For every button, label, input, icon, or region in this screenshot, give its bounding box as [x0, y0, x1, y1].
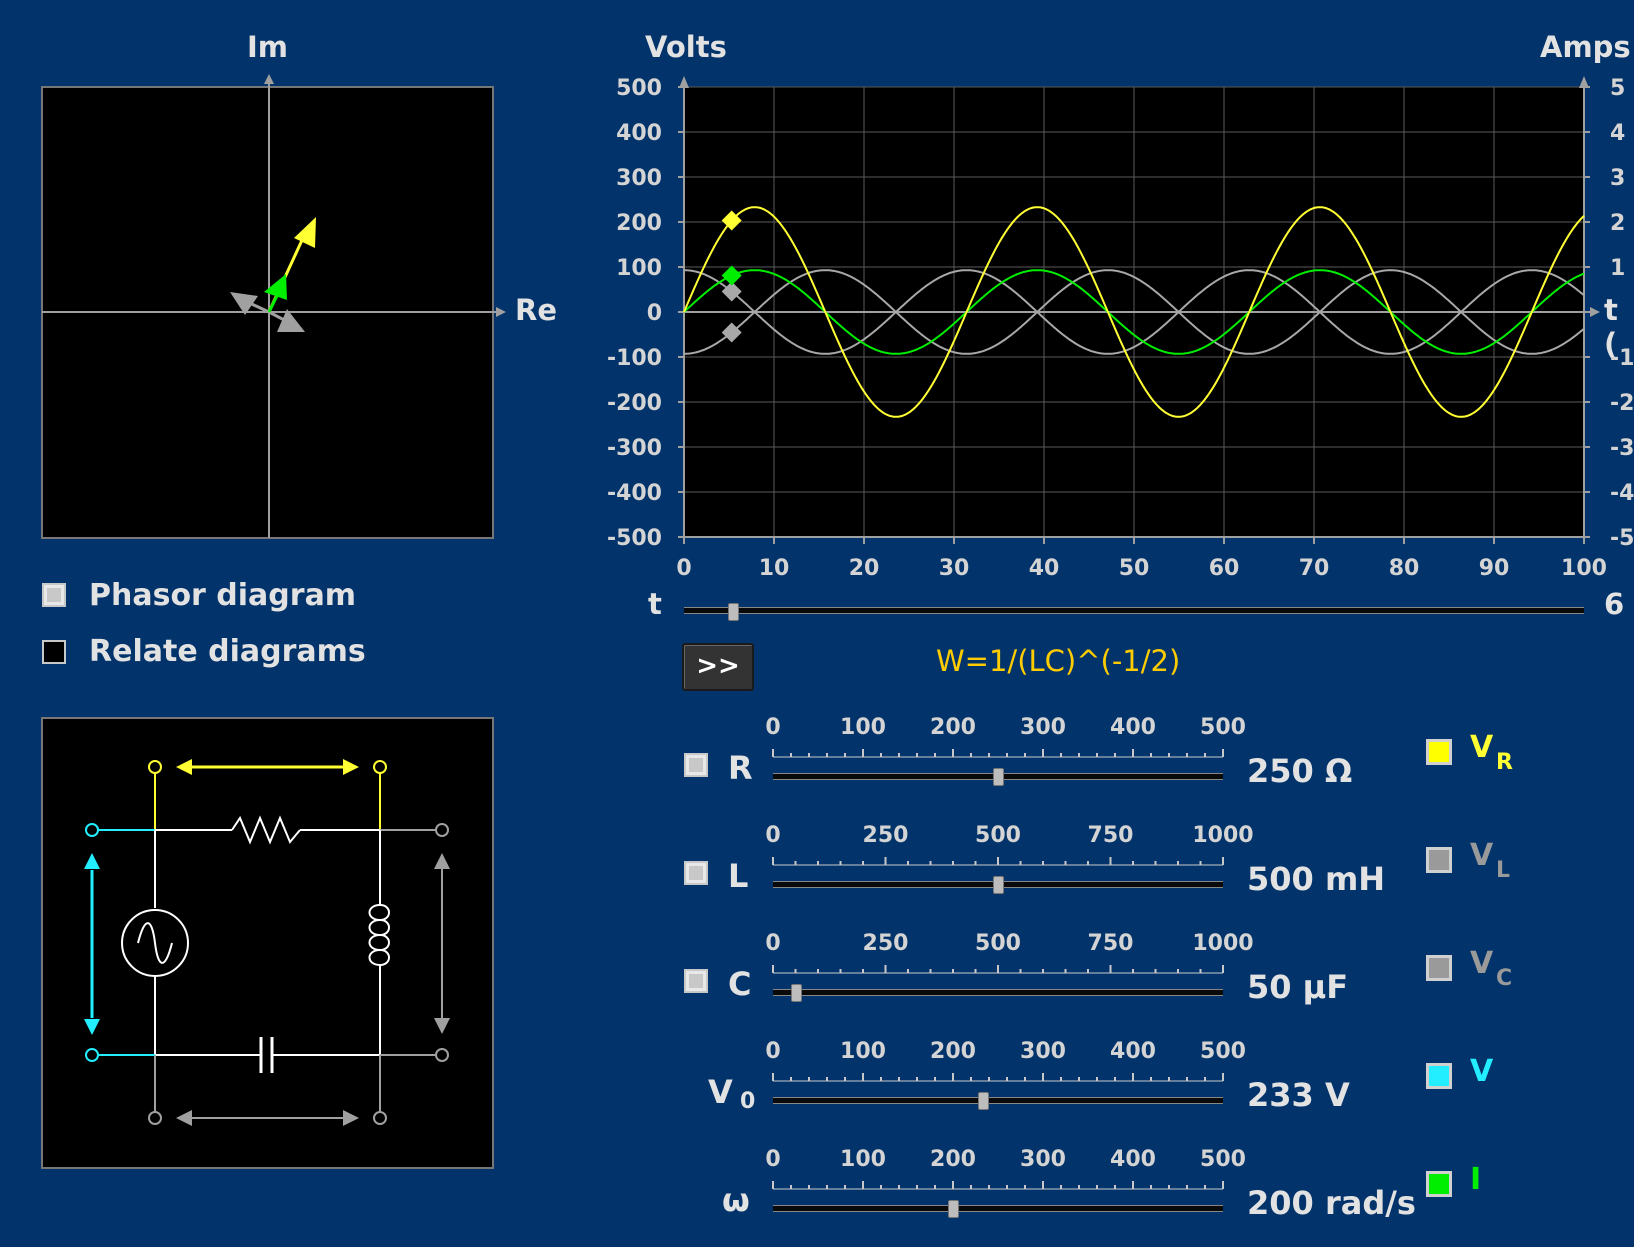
- legend-label: V: [1470, 838, 1494, 873]
- slider-track[interactable]: [773, 1205, 1223, 1212]
- slider-thumb[interactable]: [948, 1200, 959, 1218]
- legend-subscript: C: [1496, 966, 1513, 991]
- legend-checkbox[interactable]: [1426, 739, 1452, 765]
- legend-checkbox[interactable]: [1426, 1171, 1452, 1197]
- legend-label: I: [1470, 1162, 1482, 1197]
- param-value: 200 rad/s: [1247, 1184, 1416, 1222]
- param-name: ω: [722, 1181, 750, 1219]
- legend-label: V: [1470, 730, 1494, 765]
- legend-checkbox[interactable]: [1426, 847, 1452, 873]
- legend-subscript: R: [1496, 750, 1513, 775]
- legend-checkbox[interactable]: [1426, 1063, 1452, 1089]
- legend-checkbox[interactable]: [1426, 955, 1452, 981]
- legend-label: V: [1470, 946, 1494, 981]
- slider-ruler: [772, 1181, 1224, 1190]
- legend-label: V: [1470, 1054, 1494, 1089]
- legend-subscript: L: [1496, 858, 1511, 883]
